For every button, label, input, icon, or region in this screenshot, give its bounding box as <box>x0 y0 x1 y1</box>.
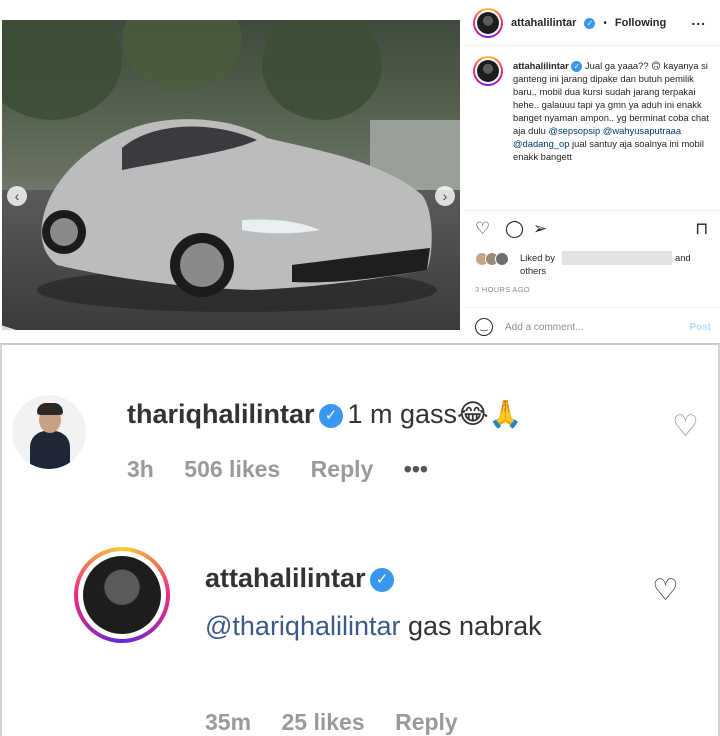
liked-by-label: Liked by <box>520 252 555 263</box>
carousel-next-button[interactable]: › <box>435 186 455 206</box>
comment-text: 1 m gass😂🙏 <box>347 399 523 429</box>
verified-badge-icon: ✓ <box>571 61 583 73</box>
carousel-prev-button[interactable]: ‹ <box>7 186 27 206</box>
caption-body: Jual ga yaaa?? 🙃 kayanya si ganteng ini … <box>513 60 709 162</box>
post-timestamp: 3 HOURS AGO <box>475 285 530 294</box>
post-side-panel: attahalilintar ✓ • Following ... attahal… <box>463 0 720 345</box>
caption-avatar[interactable] <box>473 56 503 86</box>
reply-meta: 35m 25 likes Reply <box>205 709 484 736</box>
caption-mention[interactable]: @wahyusaputraaa <box>603 125 681 136</box>
reply-time: 35m <box>205 709 252 735</box>
reply-likes[interactable]: 25 likes <box>282 709 365 735</box>
author-avatar[interactable] <box>473 8 503 38</box>
comments-zoom: thariqhalilintar ✓ 1 m gass😂🙏 3h 506 lik… <box>0 345 720 736</box>
comment-more-icon[interactable]: ••• <box>404 456 428 482</box>
comment-like-heart-icon[interactable]: ♡ <box>672 412 699 442</box>
commenter-avatar[interactable] <box>12 395 86 469</box>
instagram-post: ‹ › attahalilintar ✓ • Following ... att… <box>0 0 720 345</box>
likes-summary[interactable]: Liked by and others <box>475 250 711 280</box>
reply-avatar[interactable] <box>74 547 170 643</box>
verified-badge-icon: ✓ <box>370 568 394 592</box>
author-username[interactable]: attahalilintar <box>511 17 576 29</box>
separator-dot: • <box>603 17 607 29</box>
comment-username[interactable]: thariqhalilintar <box>127 399 315 429</box>
post-actions: ♡ ◯ ➢ ⊓ <box>475 218 711 240</box>
caption-mention[interactable]: @sepsopsip <box>548 125 600 136</box>
comment-line: thariqhalilintar ✓ 1 m gass😂🙏 <box>127 398 522 430</box>
heart-icon[interactable]: ♡ <box>475 218 490 240</box>
send-icon[interactable]: ➢ <box>533 218 547 240</box>
reply-button[interactable]: Reply <box>311 456 374 482</box>
comment-time: 3h <box>127 456 154 482</box>
reply-mention[interactable]: @thariqhalilintar <box>205 611 401 641</box>
and-label: and <box>675 252 691 263</box>
caption-mention[interactable]: @dadang_op <box>513 138 569 149</box>
reply-body: gas nabrak <box>400 611 542 641</box>
add-comment-bar: ‿ Add a comment... Post <box>475 318 711 340</box>
bookmark-icon[interactable]: ⊓ <box>695 218 708 240</box>
liker-avatars <box>475 252 509 266</box>
more-options-icon[interactable]: ... <box>691 12 706 28</box>
comment-icon[interactable]: ◯ <box>505 218 524 240</box>
actions-divider <box>463 210 720 211</box>
smile-icon[interactable]: ‿ <box>475 318 493 336</box>
post-photo[interactable]: ‹ › <box>2 20 460 330</box>
verified-badge-icon: ✓ <box>318 404 343 428</box>
following-button[interactable]: Following <box>615 17 666 29</box>
caption-username[interactable]: attahalilintar <box>513 60 569 71</box>
comment-meta: 3h 506 likes Reply ••• <box>127 456 454 483</box>
comment-input[interactable]: Add a comment... <box>505 322 583 333</box>
others-link[interactable]: others <box>520 264 546 277</box>
header-divider <box>463 45 720 46</box>
reply-text: @thariqhalilintar gas nabrak <box>205 605 605 647</box>
comment-likes[interactable]: 506 likes <box>184 456 280 482</box>
redacted-username <box>562 251 672 265</box>
reply-username[interactable]: attahalilintar <box>205 563 366 593</box>
caption-text: attahalilintar ✓ Jual ga yaaa?? 🙃 kayany… <box>513 59 713 163</box>
post-header: attahalilintar ✓ • Following <box>473 8 666 38</box>
post-comment-button[interactable]: Post <box>689 322 711 333</box>
verified-badge-icon: ✓ <box>584 17 596 29</box>
reply-button[interactable]: Reply <box>395 709 458 735</box>
comment-divider <box>463 307 720 308</box>
reply-header: attahalilintar ✓ <box>205 563 394 594</box>
reply-like-heart-icon[interactable]: ♡ <box>652 576 679 606</box>
car-illustration <box>37 119 437 312</box>
